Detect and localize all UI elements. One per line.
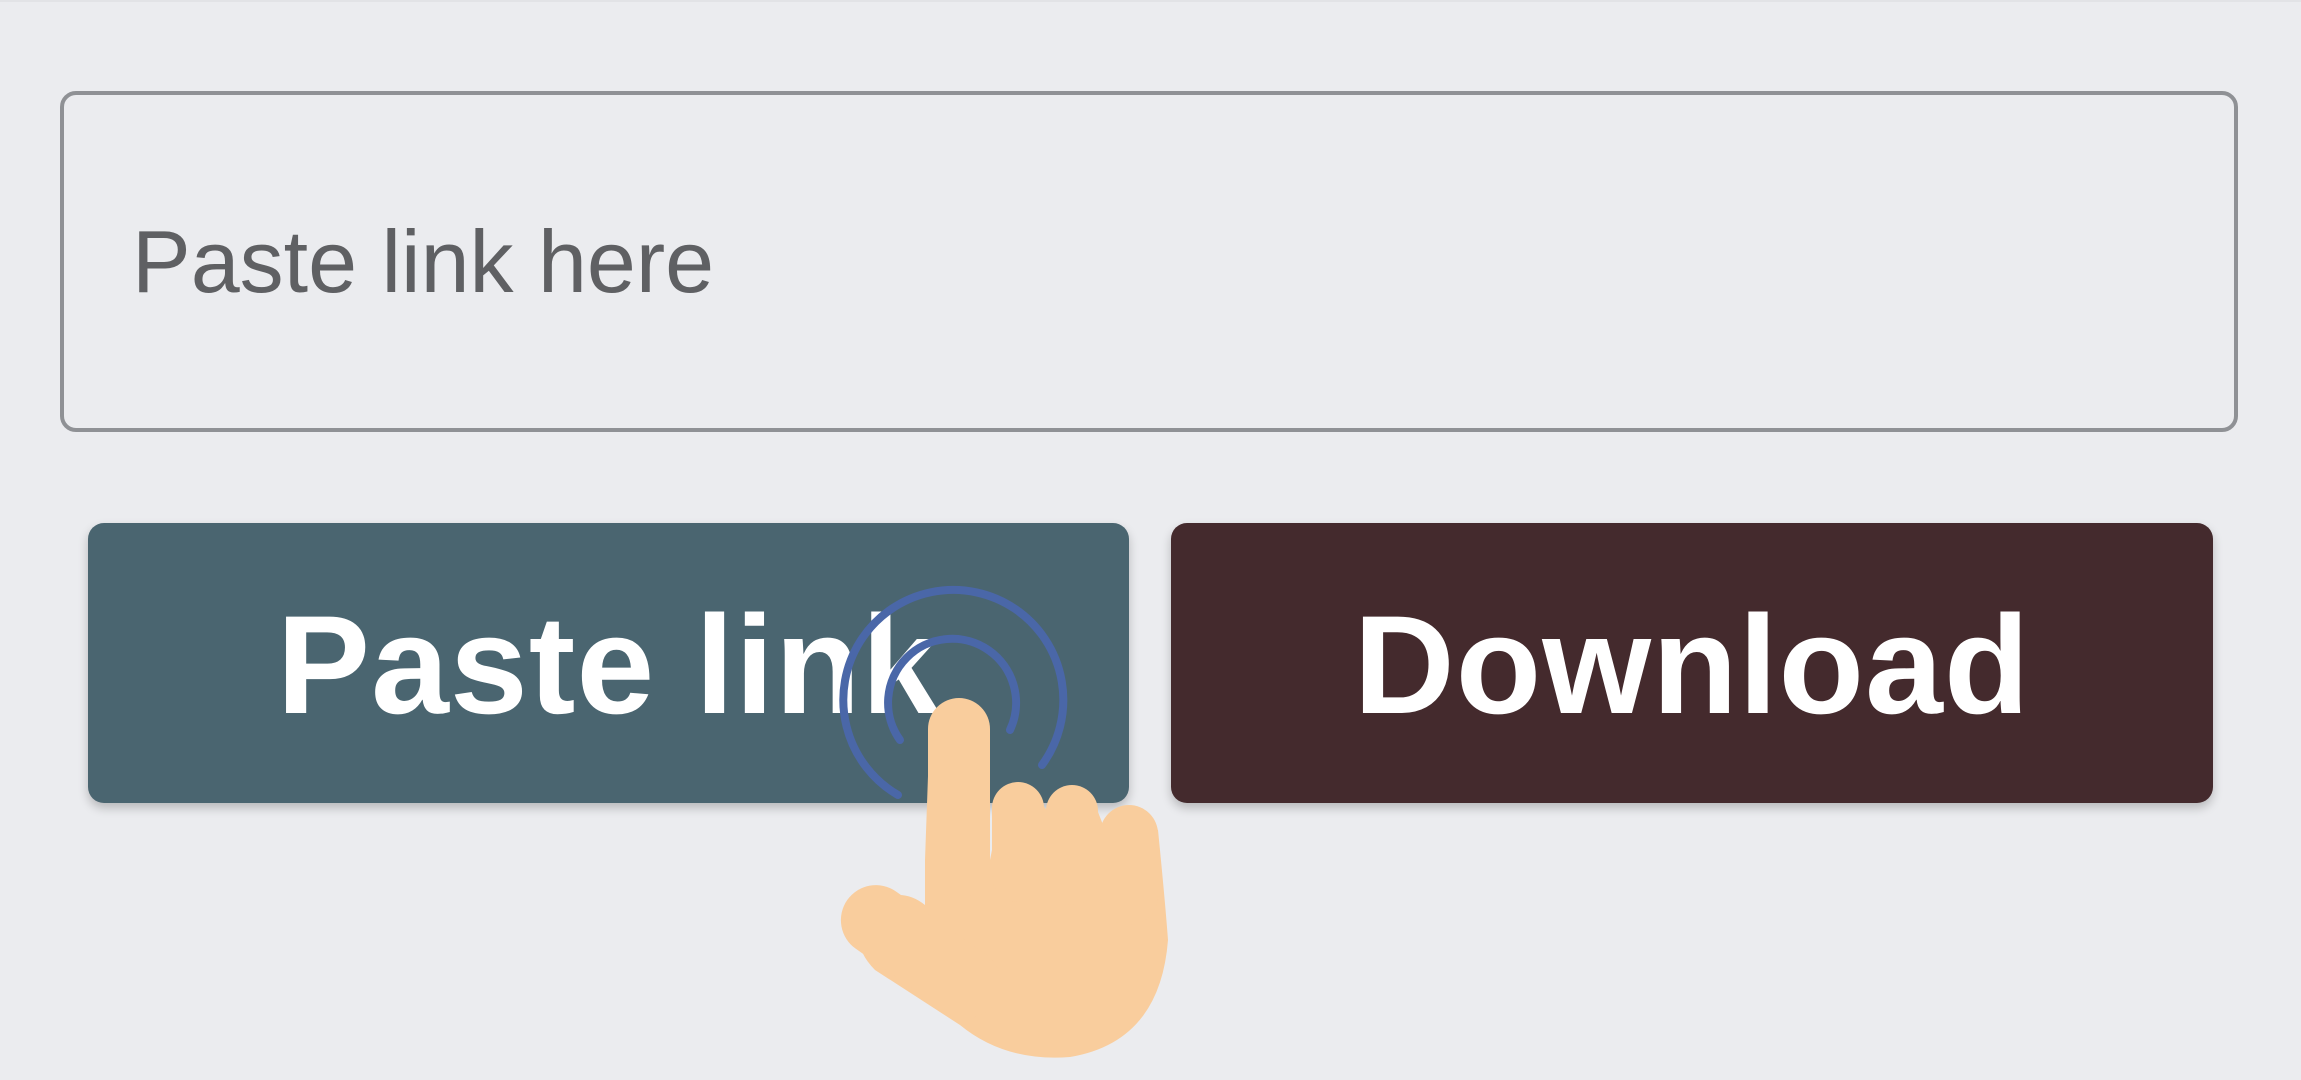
paste-link-button-label: Paste link [276, 586, 941, 743]
top-divider [0, 0, 2301, 2]
paste-link-button[interactable]: Paste link [88, 523, 1129, 803]
screen: Paste link Download [0, 0, 2301, 1080]
download-button-label: Download [1353, 586, 2031, 743]
download-button[interactable]: Download [1171, 523, 2213, 803]
link-input[interactable] [60, 91, 2238, 432]
